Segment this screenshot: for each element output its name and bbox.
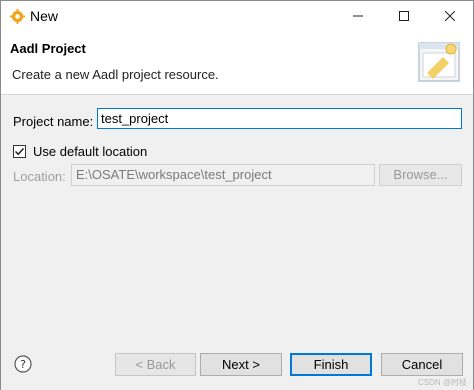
use-default-location-checkbox[interactable] (13, 145, 26, 158)
maximize-icon (399, 11, 409, 21)
wizard-dialog: New Aadl Project Create a new Aadl proje… (0, 0, 474, 390)
checkmark-icon (14, 147, 25, 156)
use-default-location-label: Use default location (33, 144, 148, 159)
location-input: E:\OSATE\workspace\test_project (71, 164, 375, 186)
use-default-location-option[interactable]: Use default location (13, 144, 147, 159)
wizard-header: Aadl Project Create a new Aadl project r… (1, 31, 473, 95)
wizard-content: Project name: Use default location Locat… (1, 96, 473, 339)
close-icon (445, 11, 455, 21)
title-bar: New (1, 1, 473, 31)
close-button[interactable] (427, 1, 473, 31)
wizard-description: Create a new Aadl project resource. (12, 67, 219, 82)
eclipse-gear-icon (10, 9, 25, 24)
minimize-button[interactable] (335, 1, 381, 31)
cancel-button[interactable]: Cancel (381, 353, 463, 376)
help-icon[interactable]: ? (14, 355, 32, 373)
browse-button: Browse... (379, 164, 462, 186)
window-title: New (30, 8, 59, 24)
project-name-input[interactable] (97, 108, 462, 129)
minimize-icon (353, 15, 363, 17)
new-project-wizard-icon (418, 42, 460, 82)
next-button[interactable]: Next > (200, 353, 282, 376)
maximize-button[interactable] (381, 1, 427, 31)
back-button: < Back (115, 353, 196, 376)
watermark: CSDN @时枝 (417, 378, 467, 387)
location-label: Location: (13, 169, 66, 184)
project-name-label: Project name: (13, 114, 94, 129)
svg-text:?: ? (20, 358, 26, 371)
finish-button[interactable]: Finish (290, 353, 372, 376)
wizard-title: Aadl Project (10, 41, 86, 56)
wizard-footer: ? < Back Next > Finish Cancel CSDN @时枝 (1, 340, 473, 390)
